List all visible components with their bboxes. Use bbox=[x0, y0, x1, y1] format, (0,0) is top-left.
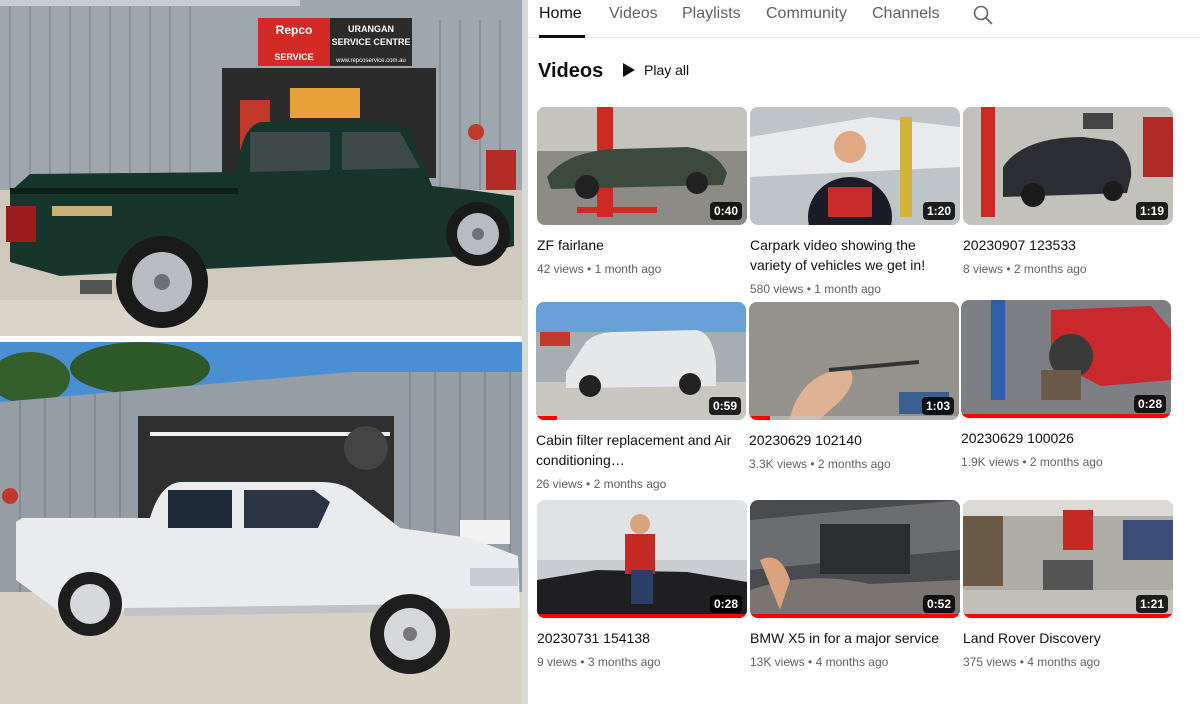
play-all-button[interactable]: Play all bbox=[622, 62, 689, 78]
video-thumbnail[interactable]: 0:52 bbox=[750, 500, 960, 618]
video-age: 2 months ago bbox=[1013, 262, 1087, 276]
video-title[interactable]: 20230629 100026 bbox=[961, 428, 1166, 448]
video-card[interactable]: 0:28 20230629 100026 1.9K views • 2 mont… bbox=[961, 300, 1171, 469]
tab-channels[interactable]: Channels bbox=[872, 5, 940, 23]
video-views: 3.3K views bbox=[749, 457, 808, 471]
sign-service: SERVICE bbox=[274, 52, 313, 62]
search-button[interactable] bbox=[972, 4, 994, 26]
video-duration: 1:19 bbox=[1135, 202, 1168, 220]
video-thumbnail[interactable]: 0:28 bbox=[961, 300, 1171, 418]
video-age: 2 months ago bbox=[817, 457, 891, 471]
play-all-label: Play all bbox=[644, 62, 690, 78]
video-meta: 1.9K views • 2 months ago bbox=[961, 455, 1103, 469]
video-age: 4 months ago bbox=[1027, 655, 1100, 669]
video-age: 2 months ago bbox=[1029, 455, 1103, 469]
video-duration: 1:21 bbox=[1135, 595, 1168, 613]
video-card[interactable]: 1:03 20230629 102140 3.3K views • 2 mont… bbox=[749, 302, 959, 471]
video-meta: 580 views • 1 month ago bbox=[750, 282, 881, 296]
video-card[interactable]: 0:52 BMW X5 in for a major service 13K v… bbox=[750, 500, 960, 669]
video-duration: 0:52 bbox=[922, 595, 955, 613]
tab-videos[interactable]: Videos bbox=[609, 5, 658, 23]
video-card[interactable]: 1:21 Land Rover Discovery 375 views • 4 … bbox=[963, 500, 1173, 669]
video-card[interactable]: 0:28 20230731 154138 9 views • 3 months … bbox=[537, 500, 747, 669]
sign-url: www.repcoservice.com.au bbox=[335, 58, 406, 64]
video-meta: 8 views • 2 months ago bbox=[963, 262, 1087, 276]
search-icon bbox=[973, 5, 993, 25]
video-card[interactable]: 1:19 20230907 123533 8 views • 2 months … bbox=[963, 107, 1173, 276]
video-views: 9 views bbox=[537, 655, 578, 669]
video-duration: 0:28 bbox=[1133, 395, 1166, 413]
video-duration: 1:03 bbox=[921, 397, 954, 415]
tab-community[interactable]: Community bbox=[766, 5, 847, 23]
video-card[interactable]: 0:40 ZF fairlane 42 views • 1 month ago bbox=[537, 107, 747, 276]
video-thumbnail[interactable]: 1:03 bbox=[749, 302, 959, 420]
video-thumbnail[interactable]: 1:20 bbox=[750, 107, 960, 225]
video-thumbnail[interactable]: 0:40 bbox=[537, 107, 747, 225]
photo-green-pickup: Repco URANGAN SERVICE CENTRE SERVICE www… bbox=[0, 0, 522, 336]
video-age: 1 month ago bbox=[814, 282, 881, 296]
video-title[interactable]: 20230629 102140 bbox=[749, 430, 954, 450]
sign-brand: Repco bbox=[276, 23, 313, 37]
video-duration: 1:20 bbox=[922, 202, 955, 220]
channel-tabs: Home Videos Playlists Community Channels bbox=[528, 0, 1200, 38]
watch-progress bbox=[536, 416, 557, 420]
video-views: 8 views bbox=[963, 262, 1004, 276]
video-title[interactable]: Cabin filter replacement and Air conditi… bbox=[536, 430, 741, 470]
progress-track bbox=[536, 416, 746, 420]
watch-progress bbox=[963, 614, 1173, 618]
video-title[interactable]: Land Rover Discovery bbox=[963, 628, 1168, 648]
play-icon bbox=[623, 63, 635, 77]
video-title[interactable]: ZF fairlane bbox=[537, 235, 742, 255]
video-age: 2 months ago bbox=[593, 477, 667, 491]
video-thumbnail[interactable]: 0:28 bbox=[537, 500, 747, 618]
video-meta: 42 views • 1 month ago bbox=[537, 262, 662, 276]
watch-progress bbox=[750, 614, 960, 618]
video-title[interactable]: BMW X5 in for a major service bbox=[750, 628, 955, 648]
progress-track bbox=[749, 416, 959, 420]
video-views: 580 views bbox=[750, 282, 804, 296]
video-thumbnail[interactable]: 1:21 bbox=[963, 500, 1173, 618]
video-views: 1.9K views bbox=[961, 455, 1020, 469]
video-age: 4 months ago bbox=[815, 655, 889, 669]
video-views: 13K views bbox=[750, 655, 805, 669]
tab-home[interactable]: Home bbox=[539, 5, 582, 23]
video-title[interactable]: 20230907 123533 bbox=[963, 235, 1168, 255]
sign-line1: URANGAN bbox=[348, 24, 394, 34]
video-meta: 13K views • 4 months ago bbox=[750, 655, 889, 669]
video-age: 1 month ago bbox=[594, 262, 662, 276]
video-card[interactable]: 0:59 Cabin filter replacement and Air co… bbox=[536, 302, 746, 491]
video-thumbnail[interactable]: 1:19 bbox=[963, 107, 1173, 225]
photo-column: Repco URANGAN SERVICE CENTRE SERVICE www… bbox=[0, 0, 522, 704]
video-views: 26 views bbox=[536, 477, 583, 491]
active-tab-indicator bbox=[539, 35, 585, 38]
video-duration: 0:59 bbox=[708, 397, 741, 415]
video-duration: 0:40 bbox=[709, 202, 742, 220]
tab-playlists[interactable]: Playlists bbox=[682, 5, 741, 23]
video-meta: 3.3K views • 2 months ago bbox=[749, 457, 891, 471]
video-card[interactable]: 1:20 Carpark video showing the variety o… bbox=[750, 107, 960, 296]
video-title[interactable]: 20230731 154138 bbox=[537, 628, 742, 648]
video-views: 42 views bbox=[537, 262, 584, 276]
watch-progress bbox=[749, 416, 770, 420]
video-title[interactable]: Carpark video showing the variety of veh… bbox=[750, 235, 955, 275]
video-meta: 375 views • 4 months ago bbox=[963, 655, 1100, 669]
photo-silver-ram bbox=[0, 342, 522, 704]
video-views: 375 views bbox=[963, 655, 1017, 669]
video-age: 3 months ago bbox=[587, 655, 661, 669]
watch-progress bbox=[537, 614, 747, 618]
section-title: Videos bbox=[538, 60, 604, 82]
video-thumbnail[interactable]: 0:59 bbox=[536, 302, 746, 420]
video-duration: 0:28 bbox=[709, 595, 742, 613]
video-meta: 26 views • 2 months ago bbox=[536, 477, 667, 491]
channel-page: Home Videos Playlists Community Channels… bbox=[528, 0, 1200, 704]
video-meta: 9 views • 3 months ago bbox=[537, 655, 661, 669]
sign-line2: SERVICE CENTRE bbox=[332, 37, 411, 47]
watch-progress bbox=[961, 414, 1171, 418]
